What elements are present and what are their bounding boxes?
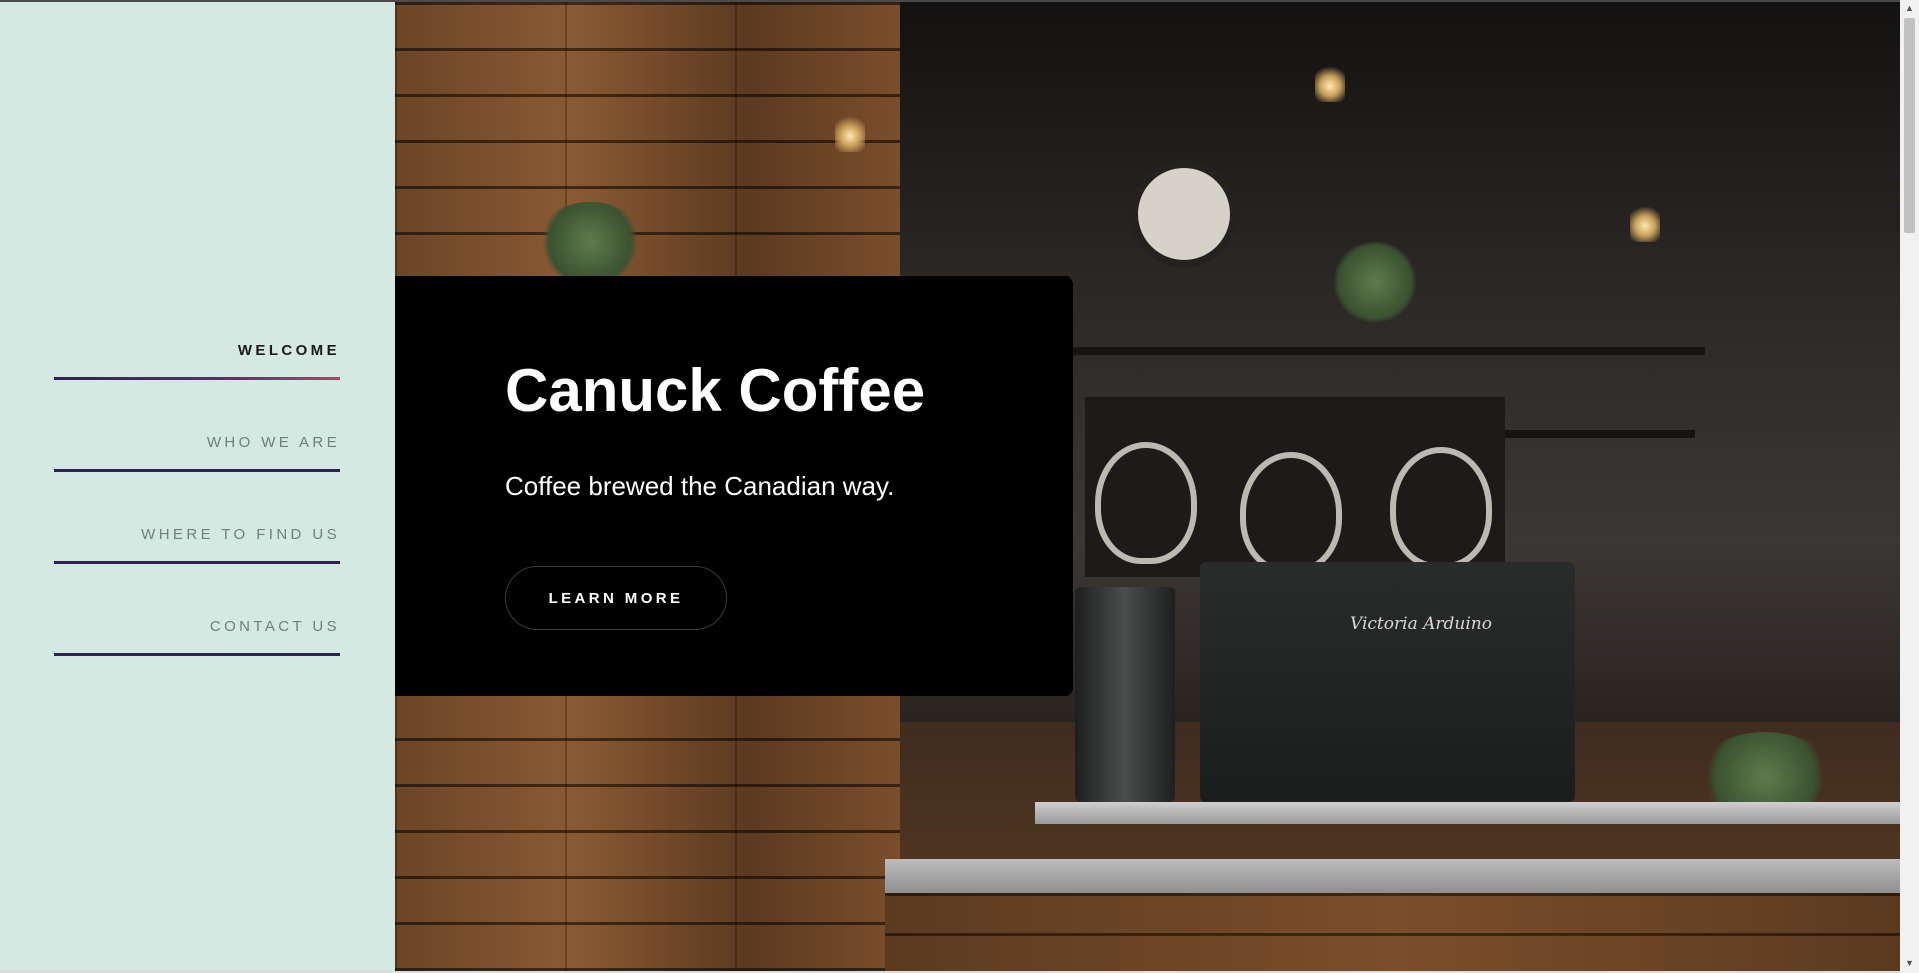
triangle-up-icon[interactable]: ▲	[1904, 3, 1915, 14]
nav-underline	[54, 653, 340, 656]
nav-underline	[54, 561, 340, 564]
nav-menu: WELCOME WHO WE ARE WHERE TO FIND US CONT…	[54, 328, 340, 696]
pendant-lamp-icon	[1315, 62, 1345, 102]
hero-card: Canuck Coffee Coffee brewed the Canadian…	[395, 276, 1073, 696]
espresso-machine	[1200, 562, 1575, 802]
counter-front	[885, 859, 1900, 893]
pendant-lamp-icon	[835, 112, 865, 152]
coffee-grinder	[1075, 587, 1175, 802]
leaf-art-icon	[1390, 447, 1492, 569]
learn-more-button[interactable]: LEARN MORE	[505, 566, 727, 630]
nav-item-label: WELCOME	[237, 342, 340, 359]
hero-title: Canuck Coffee	[505, 357, 926, 424]
nav-item-where-to-find-us[interactable]: WHERE TO FIND US	[54, 512, 340, 604]
machine-brand-label: Victoria Arduino	[1350, 614, 1492, 634]
sidebar: WELCOME WHO WE ARE WHERE TO FIND US CONT…	[0, 2, 395, 973]
hero-subtitle: Coffee brewed the Canadian way.	[505, 471, 895, 501]
nav-item-label: WHERE TO FIND US	[141, 526, 340, 543]
nav-item-label: WHO WE ARE	[206, 434, 340, 451]
nav-item-welcome[interactable]: WELCOME	[54, 328, 340, 420]
vertical-scrollbar[interactable]: ▲ ▼	[1900, 0, 1919, 973]
counter-top	[1035, 802, 1900, 824]
scrollbar-thumb[interactable]	[1904, 18, 1915, 233]
wood-counter-base	[885, 893, 1900, 971]
nav-item-contact-us[interactable]: CONTACT US	[54, 604, 340, 696]
pendant-lamp-icon	[1630, 202, 1660, 242]
nav-item-who-we-are[interactable]: WHO WE ARE	[54, 420, 340, 512]
wall-clock	[1130, 160, 1238, 268]
triangle-down-icon[interactable]: ▼	[1904, 958, 1915, 969]
nav-underline	[54, 377, 340, 380]
latte-art-icon	[1240, 452, 1342, 574]
nav-item-label: CONTACT US	[209, 618, 340, 635]
plant	[535, 202, 645, 282]
nav-underline	[54, 469, 340, 472]
plant	[1330, 242, 1420, 322]
latte-art-icon	[1095, 442, 1197, 564]
shelf	[1065, 347, 1705, 355]
